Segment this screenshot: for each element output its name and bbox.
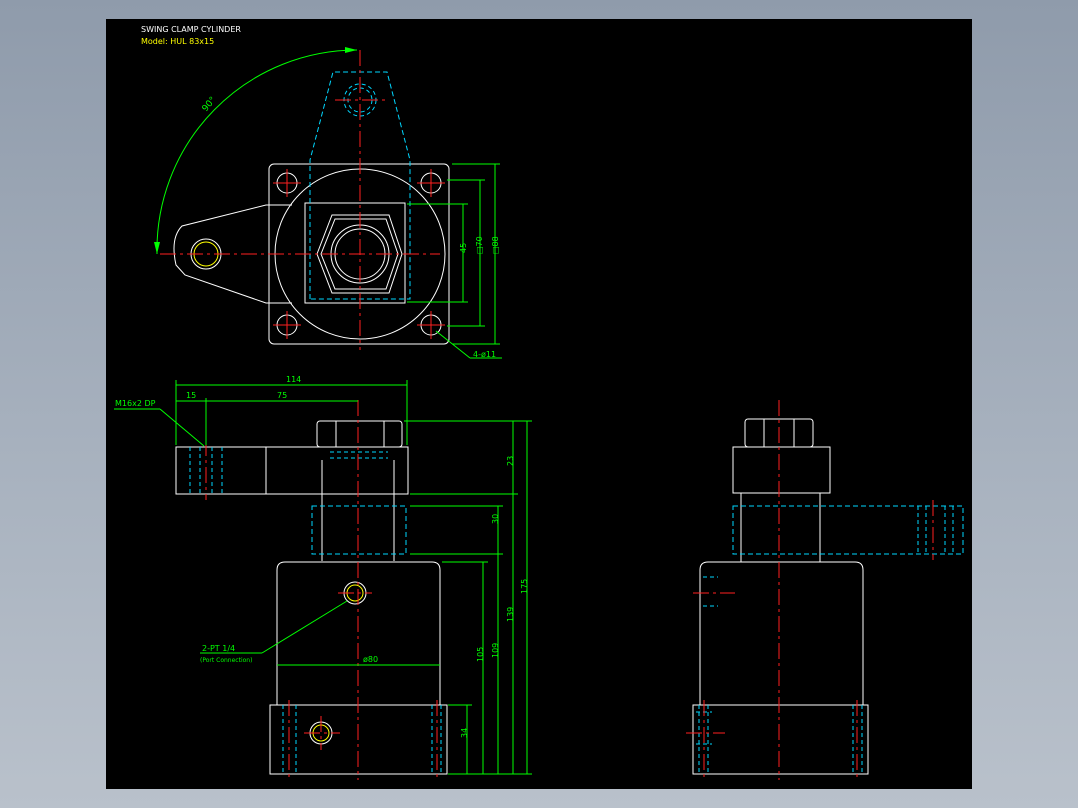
cad-viewport[interactable]: SWING CLAMP CYLINDER Model: HUL 83x15 90… <box>106 19 972 789</box>
dim-80: ø80 <box>363 655 378 664</box>
front-nut <box>316 420 403 448</box>
port-label: 2-PT 1/4 <box>202 644 235 653</box>
side-body <box>699 561 864 706</box>
side-view <box>686 400 964 780</box>
dim-15: 15 <box>186 391 196 400</box>
dim-105: 105 <box>476 647 485 662</box>
dim-175: 175 <box>520 579 529 594</box>
dim-114: 114 <box>286 375 301 384</box>
dim-109: 109 <box>491 643 500 658</box>
dim-70: □70 <box>475 236 484 254</box>
side-arm-hidden <box>732 505 964 555</box>
dim-88: □88 <box>491 236 500 254</box>
dim-75: 75 <box>277 391 287 400</box>
top-view: 90° 45 □70 □88 4-ø11 <box>154 47 502 359</box>
dim-23: 23 <box>506 456 515 466</box>
side-arm <box>732 446 831 494</box>
dim-34: 34 <box>460 728 469 738</box>
dim-thread: M16x2 DP <box>115 399 156 408</box>
drawing-title: SWING CLAMP CYLINDER <box>141 25 241 34</box>
drawing-model: Model: HUL 83x15 <box>141 37 214 46</box>
dim-45: 45 <box>459 243 468 253</box>
angle-label: 90° <box>201 95 219 114</box>
dim-30: 30 <box>491 514 500 524</box>
front-arm <box>175 446 409 495</box>
front-arm-hidden <box>311 505 407 555</box>
side-base <box>692 704 869 775</box>
rotation-arc <box>156 49 358 255</box>
drawing-canvas: SWING CLAMP CYLINDER Model: HUL 83x15 90… <box>114 25 964 780</box>
dim-139: 139 <box>506 607 515 622</box>
front-view: 114 15 75 M16x2 DP 23 30 175 139 109 105… <box>114 375 532 780</box>
dim-holes: 4-ø11 <box>473 350 496 359</box>
port-note: (Port Connection) <box>200 657 252 664</box>
